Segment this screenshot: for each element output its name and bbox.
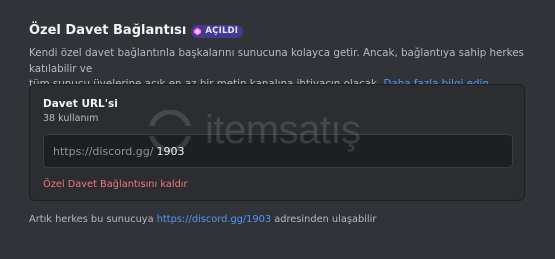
section-title: Özel Davet Bağlantısı	[29, 23, 187, 38]
remove-invite-link-button[interactable]: Özel Davet Bağlantısını kaldır	[43, 179, 188, 190]
invite-footer-note: Artık herkes bu sunucuya https://discord…	[29, 214, 376, 225]
description-line-1: Kendi özel davet bağlantınla başkalarını…	[29, 47, 524, 75]
boost-gem-icon	[194, 26, 202, 36]
section-header: Özel Davet Bağlantısı AÇILDI	[29, 22, 529, 40]
footer-text-after: adresinden ulaşabilir	[274, 214, 377, 225]
invite-url-link[interactable]: https://discord.gg/1903	[157, 214, 271, 225]
unlocked-badge: AÇILDI	[191, 24, 244, 38]
badge-label: AÇILDI	[205, 26, 239, 36]
footer-text-before: Artık herkes bu sunucuya	[29, 214, 154, 225]
custom-invite-section: Özel Davet Bağlantısı AÇILDI Kendi özel …	[29, 22, 529, 93]
invite-code-input[interactable]: https://discord.gg/ 1903	[43, 134, 513, 168]
invite-url-title: Davet URL'si	[43, 98, 118, 110]
invite-code-value[interactable]: 1903	[156, 145, 184, 158]
invite-usage-count: 38 kullanım	[43, 113, 99, 124]
invite-url-card: Davet URL'si 38 kullanım https://discord…	[29, 84, 525, 201]
invite-url-prefix: https://discord.gg/	[53, 144, 154, 158]
